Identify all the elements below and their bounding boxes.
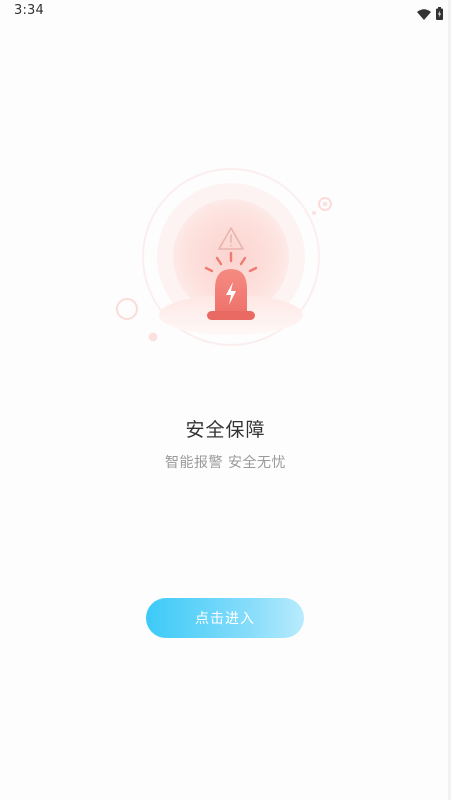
status-icons [417,5,443,24]
page-title: 安全保障 [185,419,266,441]
battery-charging-icon [436,5,443,24]
status-time: 3:34 [14,3,44,18]
hero-illustration [114,165,344,355]
splash-screen: 3:34 安全保障 智能报警 安全无忧 点击进入 [0,0,451,800]
wifi-icon [417,5,431,24]
status-bar: 3:34 [0,0,451,24]
page-subtitle: 智能报警 安全无忧 [165,455,286,471]
alarm-siren-icon [116,168,332,346]
enter-button[interactable]: 点击进入 [146,598,304,638]
